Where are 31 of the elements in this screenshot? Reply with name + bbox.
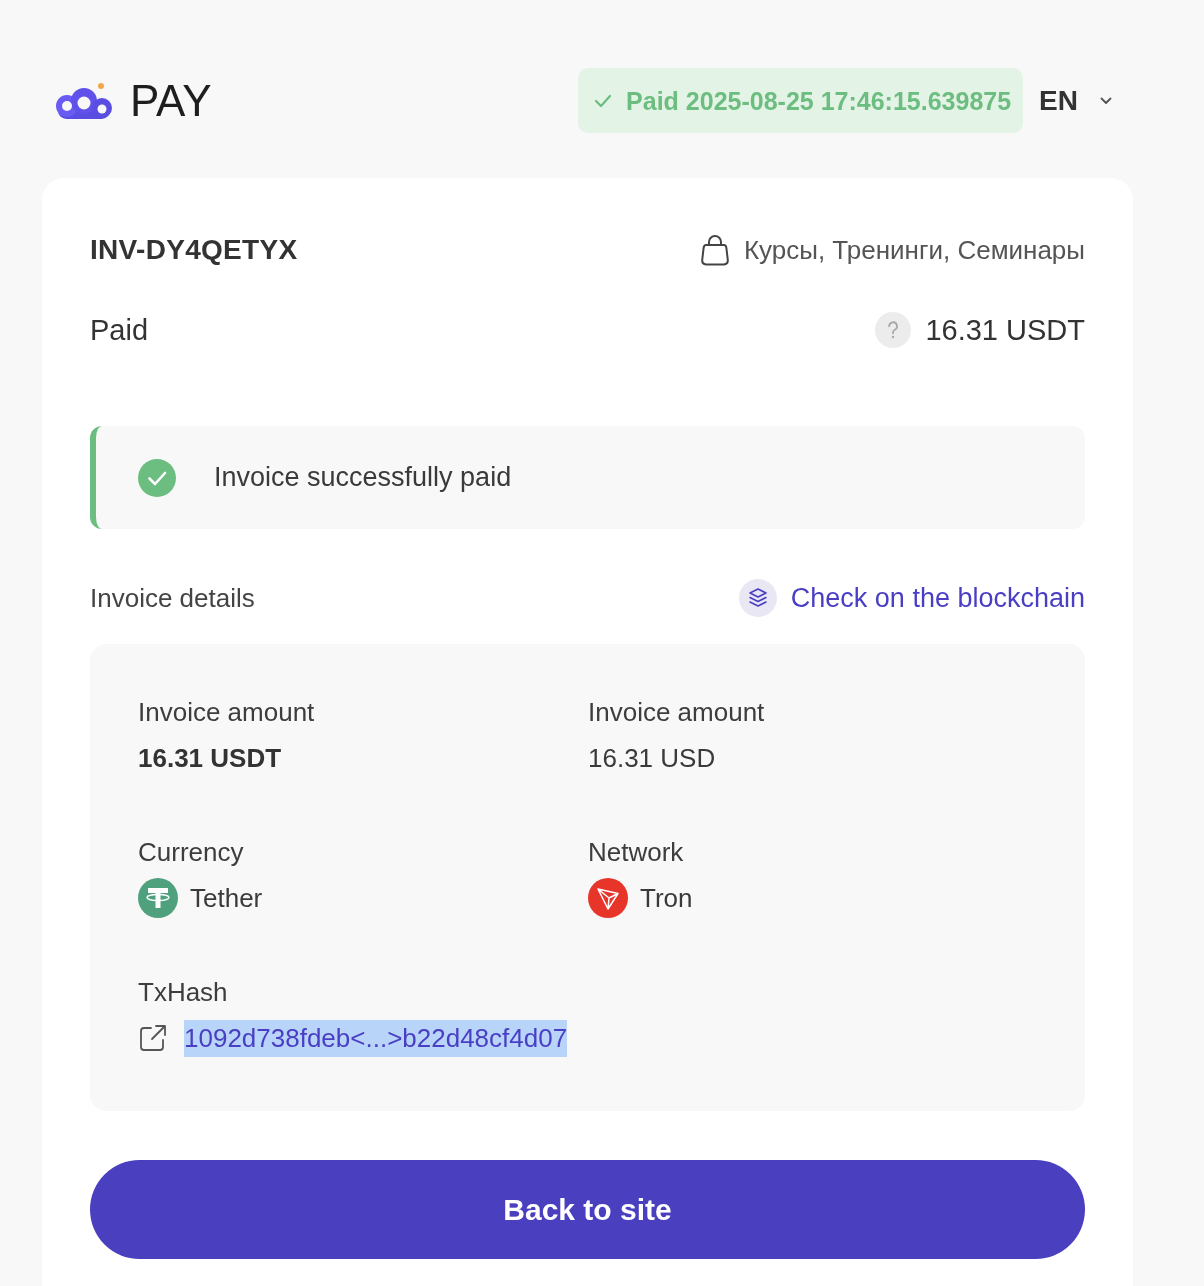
status-text: Paid 2025-08-25 17:46:15.639875 xyxy=(626,85,1012,117)
field-value: 16.31 USD xyxy=(588,742,716,774)
field-value: Tron xyxy=(640,882,693,914)
back-to-site-button[interactable]: Back to site xyxy=(90,1160,1085,1259)
alert-message: Invoice successfully paid xyxy=(214,462,512,493)
cloud-logo-icon xyxy=(54,81,114,120)
shopping-bag-icon xyxy=(699,234,730,266)
caret-icon xyxy=(1100,96,1112,105)
field-value: 16.31 USDT xyxy=(138,742,282,774)
external-link-icon xyxy=(138,1023,168,1053)
field-label: Currency xyxy=(138,836,244,868)
language-selector[interactable]: EN xyxy=(1039,84,1112,117)
field-label: TxHash xyxy=(138,976,228,1008)
txhash-link[interactable]: 1092d738fdeb<...>b22d48cf4d07 xyxy=(184,1019,568,1057)
blockchain-link[interactable]: Check on the blockchain xyxy=(738,579,1085,617)
layers-icon xyxy=(738,579,777,617)
field-label: Invoice amount xyxy=(138,696,315,728)
section-title: Invoice details xyxy=(90,582,255,614)
category-text: Курсы, Тренинги, Семинары xyxy=(743,234,1085,266)
help-icon xyxy=(875,312,912,348)
triangle-logo-icon xyxy=(588,878,628,918)
check-icon xyxy=(594,93,613,108)
field-label: Invoice amount xyxy=(588,696,765,728)
check-circle-icon xyxy=(138,458,176,497)
tether-coin-icon xyxy=(138,878,178,918)
field-value: Tether xyxy=(190,882,263,914)
field-label: Network xyxy=(588,836,684,868)
logo-text: PAY xyxy=(130,74,212,127)
paid-amount: 16.31 USDT xyxy=(925,313,1085,347)
payment-status: Paid xyxy=(90,313,149,347)
invoice-id: INV-DY4QETYX xyxy=(90,234,298,266)
